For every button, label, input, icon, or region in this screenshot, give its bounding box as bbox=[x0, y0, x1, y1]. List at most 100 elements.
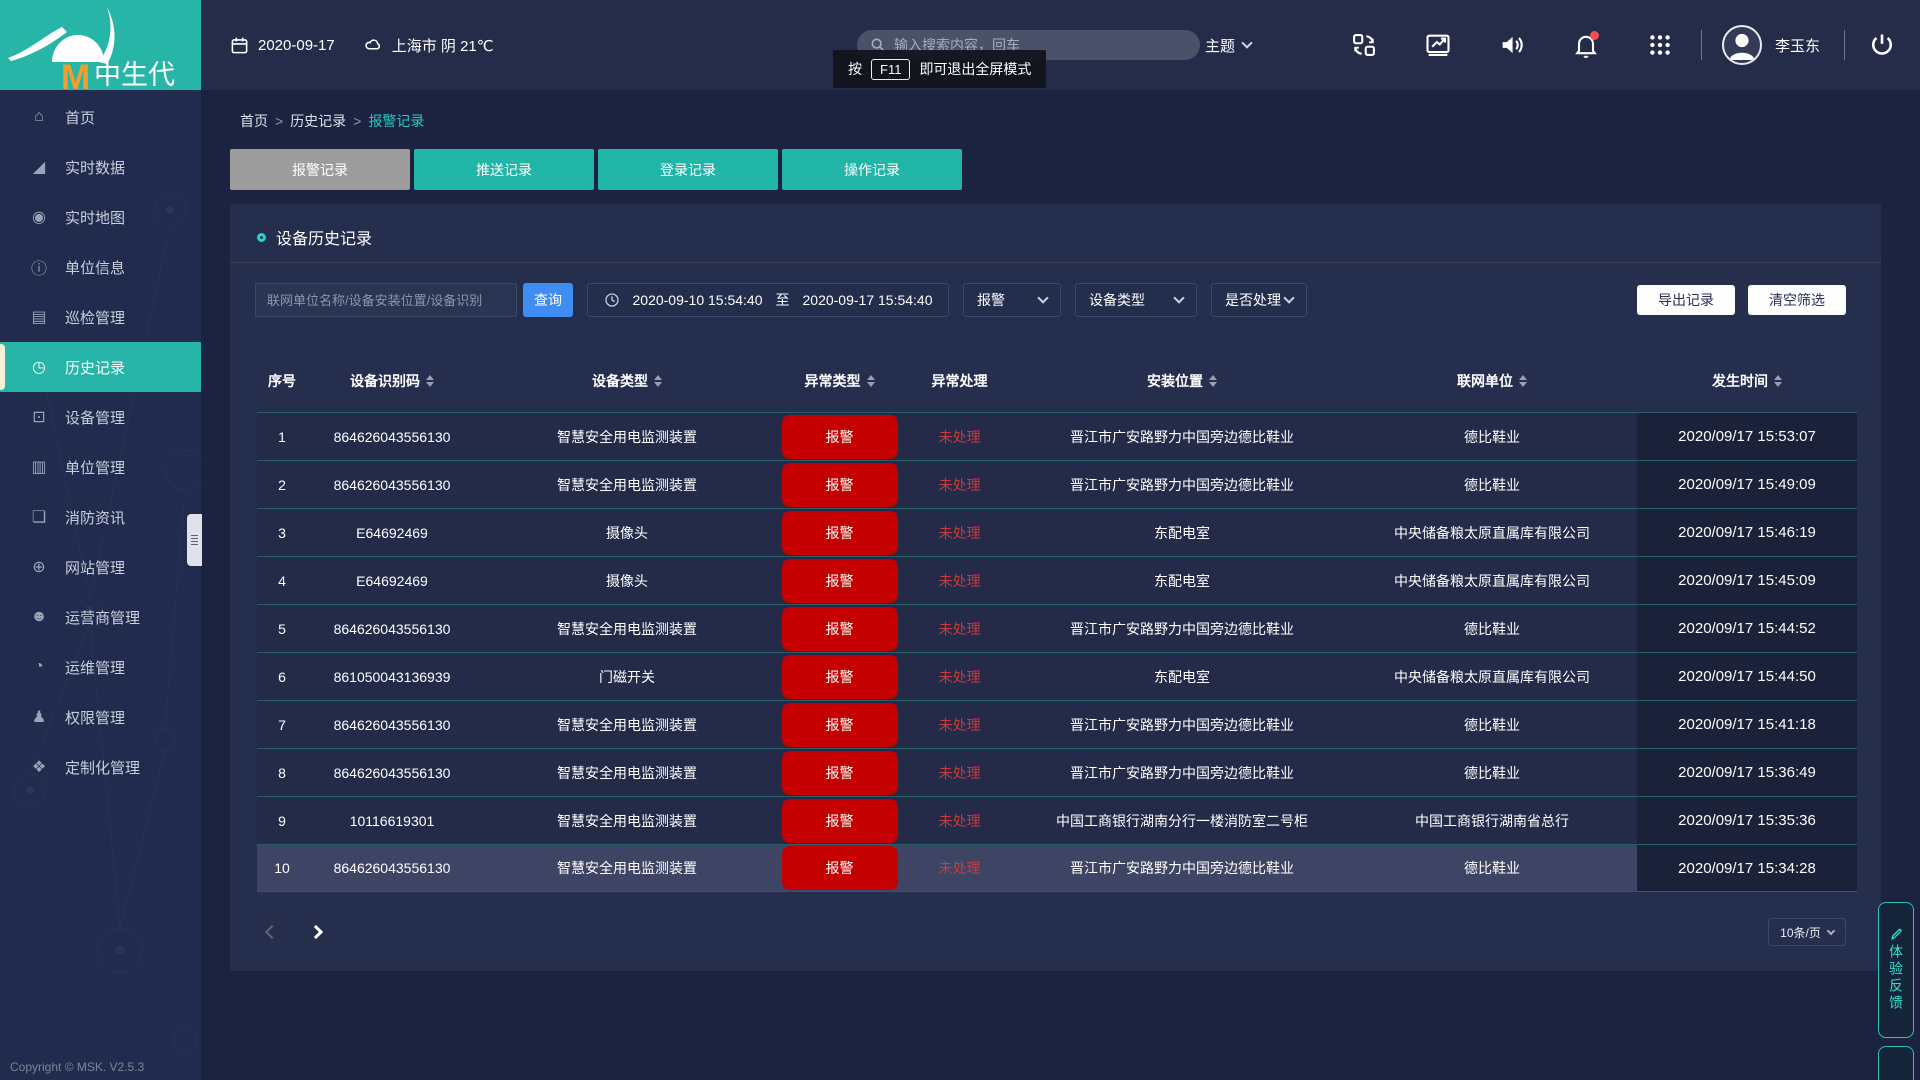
record-tab[interactable]: 登录记录 bbox=[598, 149, 778, 190]
date-range-picker[interactable]: 2020-09-10 15:54:40 至 2020-09-17 15:54:4… bbox=[587, 283, 949, 317]
next-page-button[interactable] bbox=[301, 917, 331, 947]
cell-abnormal-type: 报警 bbox=[777, 701, 902, 748]
section-title-text: 设备历史记录 bbox=[276, 225, 372, 249]
weather-text: 上海市 阴 21℃ bbox=[392, 35, 494, 56]
table-body: 1 864626043556130 智慧安全用电监测装置 报警 未处理 晋江市广… bbox=[257, 412, 1857, 892]
cell-unit: 德比鞋业 bbox=[1347, 701, 1637, 748]
sidebar-item[interactable]: ◔ 运维管理 bbox=[0, 642, 201, 692]
chevron-left-icon bbox=[265, 925, 279, 939]
prev-page-button[interactable] bbox=[257, 917, 287, 947]
f11-keycap: F11 bbox=[871, 59, 910, 80]
table-column-header[interactable]: 异常类型 bbox=[777, 368, 902, 394]
voice-button[interactable] bbox=[1495, 28, 1529, 62]
sidebar-item[interactable]: ◉ 实时地图 bbox=[0, 192, 201, 242]
record-tab[interactable]: 操作记录 bbox=[782, 149, 962, 190]
statistics-button[interactable] bbox=[1421, 28, 1455, 62]
table-row[interactable]: 2 864626043556130 智慧安全用电监测装置 报警 未处理 晋江市广… bbox=[257, 460, 1857, 508]
page-size-select[interactable]: 10条/页 bbox=[1768, 918, 1846, 946]
cell-location: 晋江市广安路野力中国旁边德比鞋业 bbox=[1017, 845, 1347, 891]
query-button[interactable]: 查询 bbox=[523, 283, 573, 317]
handled-select[interactable]: 是否处理 bbox=[1211, 283, 1307, 317]
cell-time: 2020/09/17 15:41:18 bbox=[1637, 701, 1857, 748]
alarm-type-select[interactable]: 报警 bbox=[963, 283, 1061, 317]
handled-value: 是否处理 bbox=[1225, 290, 1281, 310]
table-column-header[interactable]: 设备识别码 bbox=[307, 368, 477, 394]
breadcrumb-item[interactable]: 历史记录 bbox=[290, 113, 368, 129]
sidebar-collapse-handle[interactable] bbox=[187, 514, 202, 566]
record-tab[interactable]: 推送记录 bbox=[414, 149, 594, 190]
screen-switch-button[interactable] bbox=[1347, 28, 1381, 62]
feedback-tab[interactable]: 体验反馈 bbox=[1878, 902, 1914, 1038]
table-column-header[interactable]: 发生时间 bbox=[1637, 368, 1857, 394]
cell-device-id: 864626043556130 bbox=[307, 749, 477, 796]
table-row[interactable]: 3 E64692469 摄像头 报警 未处理 东配电室 中央储备粮太原直属库有限… bbox=[257, 508, 1857, 556]
cell-index: 2 bbox=[257, 461, 307, 508]
table-column-header[interactable]: 联网单位 bbox=[1347, 368, 1637, 394]
table-row[interactable]: 9 10116619301 智慧安全用电监测装置 报警 未处理 中国工商银行湖南… bbox=[257, 796, 1857, 844]
apps-grid-button[interactable] bbox=[1643, 28, 1677, 62]
sidebar-item[interactable]: ⊕ 网站管理 bbox=[0, 542, 201, 592]
sidebar-item[interactable]: ⌂ 首页 bbox=[0, 92, 201, 142]
table-row[interactable]: 1 864626043556130 智慧安全用电监测装置 报警 未处理 晋江市广… bbox=[257, 412, 1857, 460]
device-type-select[interactable]: 设备类型 bbox=[1075, 283, 1197, 317]
sidebar-item[interactable]: ⓘ 单位信息 bbox=[0, 242, 201, 292]
export-records-button[interactable]: 导出记录 bbox=[1637, 285, 1735, 315]
cell-time: 2020/09/17 15:49:09 bbox=[1637, 461, 1857, 508]
cell-device-type: 门磁开关 bbox=[477, 653, 777, 700]
table-row[interactable]: 4 E64692469 摄像头 报警 未处理 东配电室 中央储备粮太原直属库有限… bbox=[257, 556, 1857, 604]
table-column-header[interactable]: 异常处理 bbox=[902, 368, 1017, 394]
sidebar-item[interactable]: ▤ 巡检管理 bbox=[0, 292, 201, 342]
date-start: 2020-09-10 15:54:40 bbox=[633, 292, 763, 308]
table-row[interactable]: 6 861050043136939 门磁开关 报警 未处理 东配电室 中央储备粮… bbox=[257, 652, 1857, 700]
table-column-header[interactable]: 安装位置 bbox=[1017, 368, 1347, 394]
cell-time: 2020/09/17 15:34:28 bbox=[1637, 845, 1857, 891]
record-tab[interactable]: 报警记录 bbox=[230, 149, 410, 190]
table-row[interactable]: 7 864626043556130 智慧安全用电监测装置 报警 未处理 晋江市广… bbox=[257, 700, 1857, 748]
sort-icon[interactable] bbox=[867, 375, 875, 387]
table-column-header[interactable]: 序号 bbox=[257, 368, 307, 394]
cell-unit: 中央储备粮太原直属库有限公司 bbox=[1347, 557, 1637, 604]
sidebar-item[interactable]: ❖ 定制化管理 bbox=[0, 742, 201, 792]
sidebar-item[interactable]: ♟ 权限管理 bbox=[0, 692, 201, 742]
breadcrumb-item[interactable]: 报警记录 bbox=[368, 113, 424, 129]
sidebar-item-label: 运营商管理 bbox=[65, 607, 140, 628]
sidebar-item[interactable]: ❏ 消防资讯 bbox=[0, 492, 201, 542]
cell-device-type: 摄像头 bbox=[477, 557, 777, 604]
filter-bar: 查询 2020-09-10 15:54:40 至 2020-09-17 15:5… bbox=[255, 283, 1846, 317]
cell-handle-status: 未处理 bbox=[902, 845, 1017, 891]
table-row[interactable]: 8 864626043556130 智慧安全用电监测装置 报警 未处理 晋江市广… bbox=[257, 748, 1857, 796]
table-row[interactable]: 5 864626043556130 智慧安全用电监测装置 报警 未处理 晋江市广… bbox=[257, 604, 1857, 652]
sidebar-item[interactable]: ⊡ 设备管理 bbox=[0, 392, 201, 442]
feedback-stub-tab[interactable] bbox=[1878, 1046, 1914, 1080]
sort-icon[interactable] bbox=[1209, 375, 1217, 387]
clear-filters-button[interactable]: 清空筛选 bbox=[1748, 285, 1846, 315]
fire-news-icon: ❏ bbox=[28, 507, 50, 527]
sidebar-item[interactable]: ◷ 历史记录 bbox=[0, 342, 201, 392]
cell-location: 东配电室 bbox=[1017, 509, 1347, 556]
cell-location: 晋江市广安路野力中国旁边德比鞋业 bbox=[1017, 701, 1347, 748]
notifications-button[interactable] bbox=[1569, 28, 1603, 62]
theme-dropdown[interactable]: 主题 bbox=[1205, 35, 1251, 56]
cell-time: 2020/09/17 15:45:09 bbox=[1637, 557, 1857, 604]
cell-device-id: 861050043136939 bbox=[307, 653, 477, 700]
breadcrumb-item[interactable]: 首页 bbox=[240, 113, 290, 129]
website-icon: ⊕ bbox=[28, 557, 50, 577]
sidebar-item[interactable]: ☻ 运营商管理 bbox=[0, 592, 201, 642]
sidebar-item-label: 实时数据 bbox=[65, 157, 125, 178]
sort-icon[interactable] bbox=[1774, 375, 1782, 387]
topbar: 2020-09-17 上海市 阴 21℃ 主题 bbox=[201, 0, 1920, 90]
sidebar-item[interactable]: ◢ 实时数据 bbox=[0, 142, 201, 192]
keyword-input[interactable] bbox=[255, 283, 517, 317]
tooltip-prefix: 按 bbox=[848, 59, 862, 79]
sort-icon[interactable] bbox=[426, 375, 434, 387]
user-avatar[interactable] bbox=[1722, 25, 1762, 65]
table-column-header[interactable]: 设备类型 bbox=[477, 368, 777, 394]
sidebar-item[interactable]: ▥ 单位管理 bbox=[0, 442, 201, 492]
sort-icon[interactable] bbox=[654, 375, 662, 387]
cell-device-type: 智慧安全用电监测装置 bbox=[477, 845, 777, 891]
cell-unit: 德比鞋业 bbox=[1347, 749, 1637, 796]
sort-icon[interactable] bbox=[1519, 375, 1527, 387]
sidebar-item-label: 实时地图 bbox=[65, 207, 125, 228]
table-row[interactable]: 10 864626043556130 智慧安全用电监测装置 报警 未处理 晋江市… bbox=[257, 844, 1857, 892]
logout-button[interactable] bbox=[1865, 28, 1899, 62]
